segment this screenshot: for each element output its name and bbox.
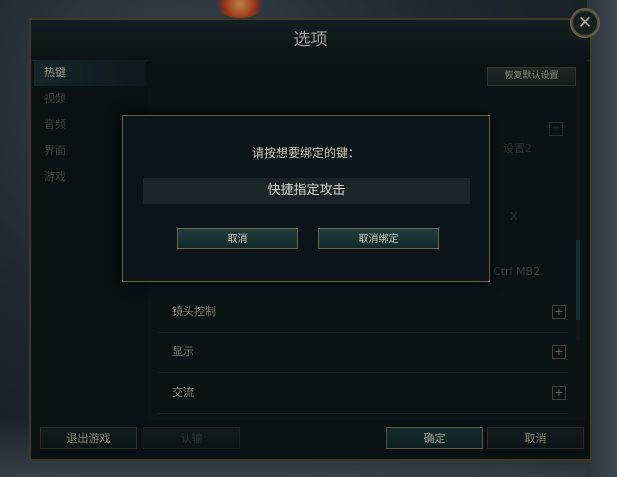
unbind-button[interactable]: 取消绑定: [318, 228, 439, 249]
keybind-action-name: 快捷指定攻击: [143, 178, 470, 204]
keybind-prompt: 请按想要绑定的键：: [251, 146, 360, 160]
dialog-cancel-button[interactable]: 取消: [177, 228, 298, 249]
keybind-dialog: 请按想要绑定的键： 快捷指定攻击 取消 取消绑定: [122, 115, 490, 282]
